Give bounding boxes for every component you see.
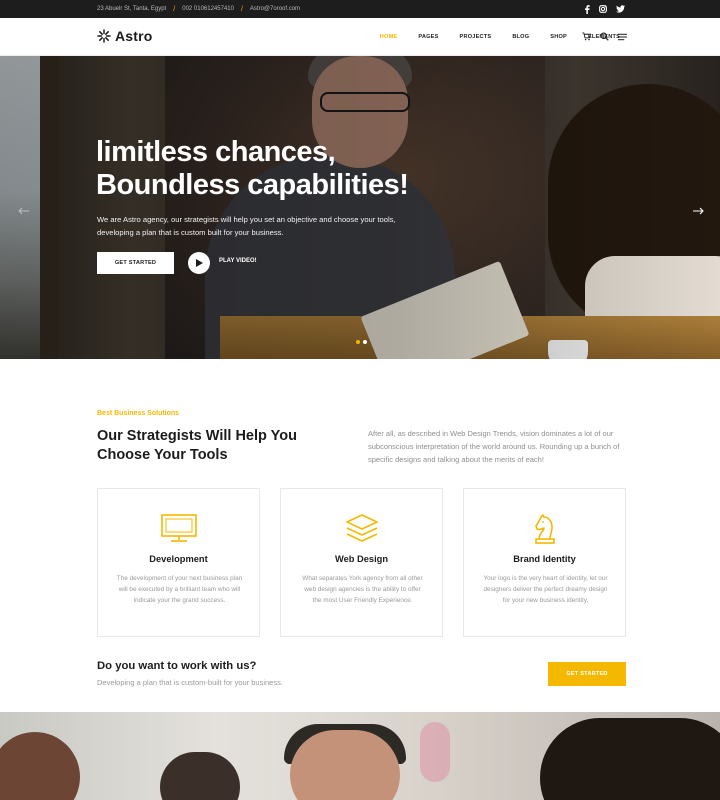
- chess-knight-icon: [464, 513, 625, 545]
- email-link[interactable]: Astro@7oroof.com: [250, 6, 300, 12]
- phone-text[interactable]: 002 010612457410: [182, 6, 234, 12]
- slider-next-arrow-icon[interactable]: [692, 202, 704, 220]
- card-text: What separates York agency from all othe…: [302, 575, 423, 604]
- play-video-label[interactable]: PLAY VIDEO!: [219, 258, 257, 264]
- top-bar: 23 Abuelr St, Tanta, Egypt / 002 0106124…: [0, 0, 720, 18]
- facebook-icon[interactable]: [584, 4, 590, 14]
- instagram-icon[interactable]: [599, 5, 607, 13]
- cta-get-started-button[interactable]: GET STARTED: [548, 662, 626, 686]
- team-photo-person: [540, 718, 720, 800]
- hero-text: We are Astro agency, our strategists wil…: [97, 215, 396, 237]
- section-title: Our Strategists Will Help You Choose You…: [97, 428, 297, 463]
- team-photo-person: [160, 752, 240, 800]
- cta-text: Developing a plan that is custom-built f…: [97, 678, 283, 687]
- hero-title-line-1: limitless chances,: [96, 136, 336, 168]
- logo-burst-icon: [97, 29, 111, 43]
- cart-icon[interactable]: [582, 32, 591, 41]
- nav-item-pages[interactable]: PAGES: [418, 34, 438, 40]
- hero-overlay: [0, 56, 720, 359]
- hero-get-started-button[interactable]: GET STARTED: [97, 252, 174, 274]
- play-video-button[interactable]: [188, 252, 210, 274]
- social-links: [584, 0, 625, 18]
- search-icon[interactable]: [600, 32, 609, 41]
- slider-dot-1[interactable]: [356, 340, 360, 344]
- logo[interactable]: Astro: [97, 28, 153, 44]
- contact-info: 23 Abuelr St, Tanta, Egypt / 002 0106124…: [97, 0, 300, 18]
- hero-title: limitless chances, Boundless capabilitie…: [96, 136, 409, 202]
- twitter-icon[interactable]: [616, 5, 625, 13]
- service-card-brand-identity[interactable]: Brand Identity Your logo is the very hea…: [463, 488, 626, 637]
- nav-item-shop[interactable]: SHOP: [550, 34, 567, 40]
- service-card-development[interactable]: Development The development of your next…: [97, 488, 260, 637]
- card-title: Brand Identity: [513, 554, 576, 564]
- section-subtitle: Best Business Solutions: [97, 410, 180, 417]
- hero-slider: limitless chances, Boundless capabilitie…: [0, 56, 720, 359]
- nav-item-home[interactable]: HOME: [380, 34, 398, 40]
- card-text: The development of your next business pl…: [116, 575, 243, 604]
- hero-title-line-2: Boundless capabilities!: [96, 169, 409, 201]
- address-text: 23 Abuelr St, Tanta, Egypt: [97, 6, 167, 12]
- team-photo-person: [290, 730, 400, 800]
- team-photo: [0, 712, 720, 800]
- main-header: Astro HOME PAGES PROJECTS BLOG SHOP ELEM…: [0, 18, 720, 56]
- nav-item-projects[interactable]: PROJECTS: [460, 34, 492, 40]
- card-title: Web Design: [334, 554, 389, 564]
- slider-dot-2[interactable]: [363, 340, 367, 344]
- divider: /: [240, 5, 243, 13]
- divider: /: [173, 5, 176, 13]
- card-title: Development: [149, 554, 208, 564]
- cta-title: Do you want to work with us?: [97, 660, 257, 672]
- slider-dots: [356, 340, 367, 344]
- layers-icon: [281, 513, 442, 545]
- slider-prev-arrow-icon[interactable]: [18, 202, 30, 220]
- header-icons: [582, 32, 627, 41]
- team-photo-person: [0, 732, 80, 800]
- service-card-web-design[interactable]: Web Design What separates York agency fr…: [280, 488, 443, 637]
- card-text: Your logo is the very heart of identity,…: [483, 575, 608, 604]
- team-photo-decoration: [420, 722, 450, 782]
- logo-text: Astro: [115, 28, 153, 44]
- nav-item-blog[interactable]: BLOG: [512, 34, 529, 40]
- section-description: After all, as described in Web Design Tr…: [368, 429, 620, 464]
- monitor-icon: [98, 513, 259, 543]
- menu-icon[interactable]: [618, 33, 627, 41]
- play-icon: [195, 259, 203, 267]
